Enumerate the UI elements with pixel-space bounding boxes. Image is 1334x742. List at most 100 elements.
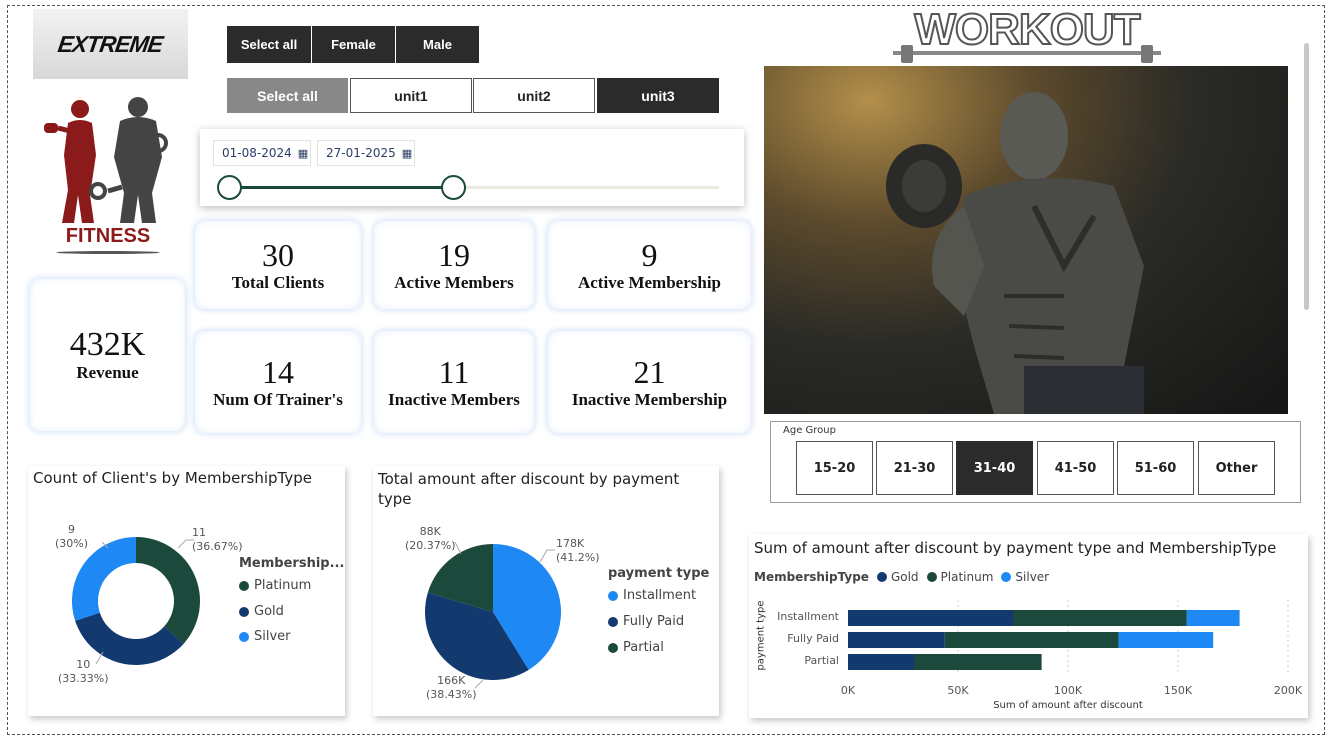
inactive-members-label: Inactive Members bbox=[388, 390, 520, 409]
fitness-logo-text: FITNESS bbox=[65, 225, 151, 247]
age-group-title: Age Group bbox=[783, 425, 836, 436]
legend-item-installment[interactable]: Installment bbox=[608, 588, 696, 603]
active-membership-label: Active Membership bbox=[577, 273, 722, 292]
legend-item-fully-paid[interactable]: Fully Paid bbox=[608, 614, 684, 629]
platinum-dot-icon bbox=[239, 580, 249, 591]
x-tick-label: 0K bbox=[841, 684, 856, 697]
donut-slice-platinum[interactable] bbox=[136, 537, 200, 644]
pie-label-partial-pct: (20.37%) bbox=[405, 539, 456, 552]
active-membership-card: 9 Active Membership bbox=[548, 221, 751, 309]
legend-item-gold[interactable]: Gold bbox=[239, 604, 284, 619]
age-51-60-button[interactable]: 51-60 bbox=[1117, 441, 1194, 495]
legend-item-platinum[interactable]: Platinum bbox=[239, 578, 311, 593]
age-other-button[interactable]: Other bbox=[1198, 441, 1275, 495]
bar-segment-gold[interactable] bbox=[848, 610, 1013, 626]
unit3-button[interactable]: unit3 bbox=[597, 78, 719, 113]
legend-label: Gold bbox=[254, 604, 284, 619]
legend-label: Silver bbox=[254, 629, 291, 644]
barbell-right-plate bbox=[1141, 45, 1153, 63]
bar-segment-silver[interactable] bbox=[1186, 610, 1240, 626]
pie-label-fully-paid-pct: (38.43%) bbox=[426, 688, 477, 701]
donut-label-silver: 9 (30%) bbox=[55, 523, 88, 551]
bar-segment-platinum[interactable] bbox=[1013, 610, 1187, 626]
bar-segment-gold[interactable] bbox=[848, 632, 945, 648]
end-date-field[interactable]: 27-01-2025 ▦ bbox=[317, 140, 415, 166]
x-tick-label: 200K bbox=[1274, 684, 1303, 697]
photo-scrollbar[interactable] bbox=[1304, 43, 1309, 310]
age-31-40-button[interactable]: 31-40 bbox=[956, 441, 1033, 495]
bar-ylabel: payment type bbox=[755, 600, 767, 671]
unit1-button[interactable]: unit1 bbox=[350, 78, 472, 113]
calendar-icon[interactable]: ▦ bbox=[402, 147, 412, 160]
stacked-bar-panel: Sum of amount after discount by payment … bbox=[749, 534, 1308, 718]
fully-paid-dot-icon bbox=[608, 616, 618, 627]
active-members-label: Active Members bbox=[394, 273, 514, 292]
revenue-value: 432K bbox=[69, 326, 146, 363]
total-clients-label: Total Clients bbox=[231, 273, 325, 292]
bar-segment-gold[interactable] bbox=[848, 654, 914, 670]
pie-legend-title: payment type bbox=[608, 566, 710, 581]
inactive-membership-card: 21 Inactive Membership bbox=[548, 331, 751, 433]
age-41-50-button[interactable]: 41-50 bbox=[1037, 441, 1114, 495]
athlete-figure-icon bbox=[886, 92, 1144, 414]
unit2-button[interactable]: unit2 bbox=[473, 78, 595, 113]
logo-swoosh bbox=[56, 251, 160, 254]
legend-label: Partial bbox=[623, 640, 664, 655]
date-slider-start-handle[interactable] bbox=[217, 175, 242, 200]
bar-xlabel: Sum of amount after discount bbox=[993, 700, 1143, 711]
membership-donut-panel: Count of Client's by MembershipType 11 (3… bbox=[28, 466, 345, 716]
y-category-label: Installment bbox=[777, 610, 840, 623]
legend-label: Installment bbox=[623, 588, 697, 603]
workout-title: WORKOUT bbox=[893, 4, 1161, 65]
pie-label-installment-value: 178K bbox=[556, 537, 585, 550]
pie-label-installment-pct: (41.2%) bbox=[556, 551, 600, 564]
pie-label-installment: 178K (41.2%) bbox=[556, 537, 600, 565]
legend-label: Platinum bbox=[254, 578, 312, 593]
bar-segment-platinum[interactable] bbox=[914, 654, 1042, 670]
age-15-20-button[interactable]: 15-20 bbox=[796, 441, 873, 495]
silver-dot-icon bbox=[239, 631, 249, 642]
legend-item-partial[interactable]: Partial bbox=[608, 640, 664, 655]
revenue-card: 432K Revenue bbox=[30, 279, 185, 431]
legend-label: Fully Paid bbox=[623, 614, 685, 629]
gender-male-button[interactable]: Male bbox=[396, 26, 479, 63]
inactive-members-value: 11 bbox=[438, 354, 470, 390]
calendar-icon[interactable]: ▦ bbox=[298, 147, 308, 160]
inactive-membership-label: Inactive Membership bbox=[571, 390, 728, 409]
active-members-value: 19 bbox=[438, 237, 470, 273]
unit-select-all-button[interactable]: Select all bbox=[227, 78, 348, 113]
pie-label-partial-value: 88K bbox=[419, 525, 441, 538]
gender-select-all-button[interactable]: Select all bbox=[227, 26, 311, 63]
donut-label-gold-pct: (33.33%) bbox=[58, 672, 109, 685]
date-slicer: 01-08-2024 ▦ 27-01-2025 ▦ bbox=[200, 129, 744, 206]
date-slider-end-handle[interactable] bbox=[441, 175, 466, 200]
pie-leader-line bbox=[539, 549, 555, 563]
donut-label-gold: 10 (33.33%) bbox=[58, 658, 109, 686]
donut-label-platinum: 11 (36.67%) bbox=[192, 526, 243, 554]
donut-label-silver-value: 9 bbox=[68, 523, 76, 536]
donut-legend-title: Membership... bbox=[239, 556, 345, 571]
num-trainers-value: 14 bbox=[262, 354, 294, 390]
payment-pie-panel: Total amount after discount by payment t… bbox=[373, 466, 719, 716]
age-21-30-button[interactable]: 21-30 bbox=[876, 441, 953, 495]
donut-label-platinum-pct: (36.67%) bbox=[192, 540, 243, 553]
donut-label-silver-pct: (30%) bbox=[55, 537, 89, 550]
revenue-label: Revenue bbox=[76, 363, 139, 382]
bar-segment-platinum[interactable] bbox=[944, 632, 1119, 648]
legend-item-silver[interactable]: Silver bbox=[239, 629, 291, 644]
installment-dot-icon bbox=[608, 590, 618, 601]
gender-female-button[interactable]: Female bbox=[312, 26, 395, 63]
donut-label-gold-value: 10 bbox=[76, 658, 91, 671]
inactive-members-card: 11 Inactive Members bbox=[374, 331, 534, 433]
num-trainers-label: Num Of Trainer's bbox=[213, 390, 343, 409]
pie-label-partial: 88K (20.37%) bbox=[405, 525, 456, 553]
total-clients-card: 30 Total Clients bbox=[195, 221, 361, 309]
bar-segment-silver[interactable] bbox=[1118, 632, 1214, 648]
workout-title-text: WORKOUT bbox=[913, 4, 1141, 55]
barbell-left-plate bbox=[901, 45, 913, 63]
fitness-logo: FITNESS bbox=[38, 95, 178, 260]
stacked-bar-chart[interactable]: 0K 50K 100K 150K 200K Installment Fully Paid Pa… bbox=[749, 534, 1308, 718]
start-date-field[interactable]: 01-08-2024 ▦ bbox=[213, 140, 311, 166]
x-tick-label: 50K bbox=[947, 684, 969, 697]
extreme-logo: EXTREME bbox=[33, 9, 188, 79]
